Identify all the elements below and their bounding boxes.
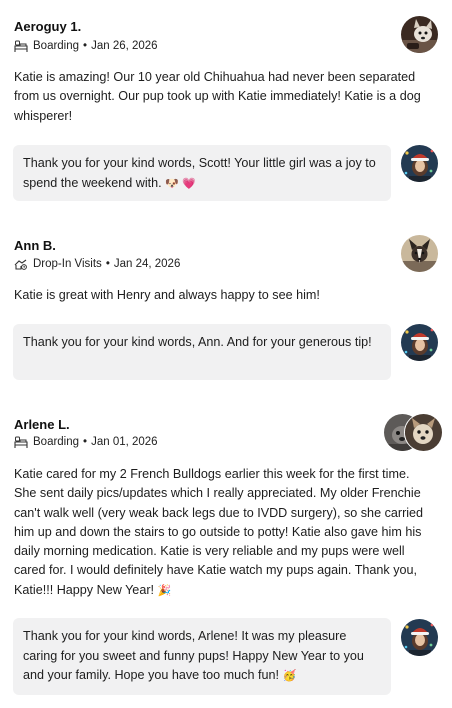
sitter-avatar: [401, 145, 438, 182]
review-message: Katie cared for my 2 French Bulldogs ear…: [14, 467, 424, 597]
reply-message: Thank you for your kind words, Ann. And …: [23, 335, 372, 349]
review-text: Katie cared for my 2 French Bulldogs ear…: [14, 465, 428, 600]
reply-message: Thank you for your kind words, Arlene! I…: [23, 629, 364, 683]
review-text: Katie is amazing! Our 10 year old Chihua…: [14, 70, 421, 123]
separator: •: [83, 40, 88, 52]
sitter-reply: Thank you for your kind words, Scott! Yo…: [13, 145, 391, 201]
review-date: Jan 26, 2026: [91, 40, 158, 52]
owner-avatar: [401, 235, 438, 272]
reply-message: Thank you for your kind words, Scott! Yo…: [23, 156, 376, 190]
reply-text: Thank you for your kind words, Ann. And …: [23, 333, 381, 353]
review-date: Jan 01, 2026: [91, 436, 158, 448]
reply-text: Thank you for your kind words, Arlene! I…: [23, 627, 381, 686]
service-name: Drop-In Visits: [33, 258, 102, 270]
review-date: Jan 24, 2026: [113, 258, 181, 270]
drop-in-icon: [14, 259, 27, 270]
sitter-avatar: [401, 619, 438, 656]
reply-text: Thank you for your kind words, Scott! Yo…: [23, 154, 381, 193]
separator: •: [83, 436, 88, 448]
service-name: Boarding: [33, 436, 80, 448]
owner-avatar: [404, 413, 443, 452]
reviewer-name: Arlene L.: [14, 417, 70, 432]
review-text: Katie is great with Henry and always hap…: [14, 288, 320, 302]
owner-avatar: [401, 16, 438, 53]
reply-emoji: 🐶 💗: [165, 176, 197, 190]
service-line: Boarding • Jan 26, 2026: [14, 39, 158, 53]
sitter-reply: Thank you for your kind words, Arlene! I…: [13, 618, 391, 695]
boarding-icon: [14, 436, 28, 448]
service-line: Boarding • Jan 01, 2026: [14, 435, 158, 449]
sitter-reply: Thank you for your kind words, Ann. And …: [13, 324, 391, 380]
boarding-icon: [14, 40, 28, 52]
reply-emoji: 🥳: [282, 669, 297, 683]
reviewer-name: Ann B.: [14, 238, 56, 253]
review-emoji: 🎉: [157, 583, 172, 597]
reviewer-name: Aeroguy 1.: [14, 19, 82, 34]
separator: •: [105, 258, 110, 270]
sitter-avatar: [401, 324, 438, 361]
service-name: Boarding: [33, 40, 80, 52]
service-line: Drop-In Visits • Jan 24, 2026: [14, 257, 180, 271]
